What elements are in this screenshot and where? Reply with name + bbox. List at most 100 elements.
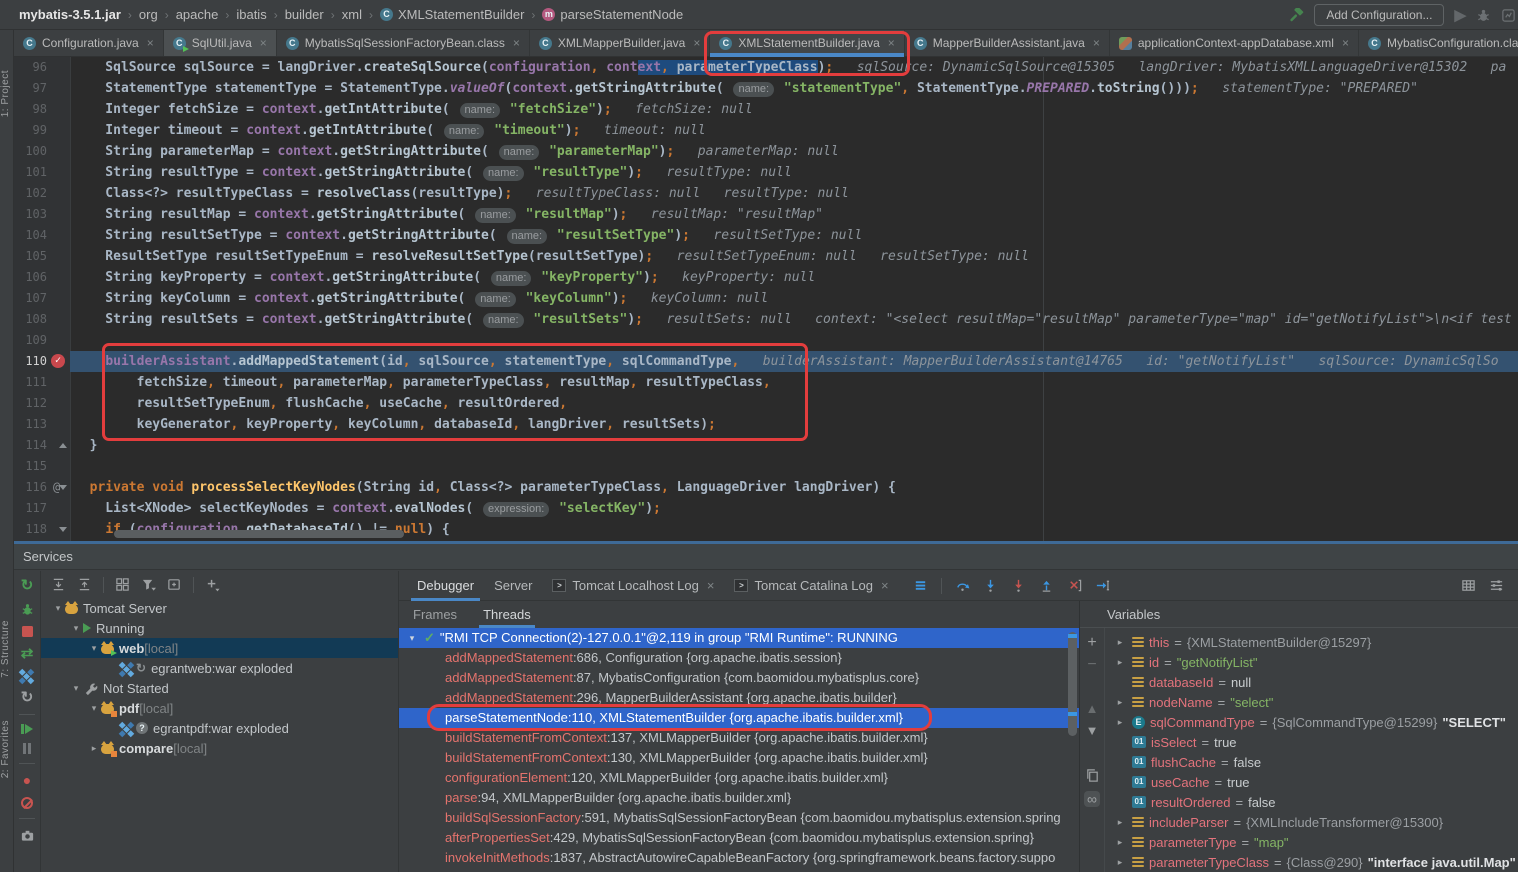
services-panel-title[interactable]: Services	[14, 544, 1518, 570]
stack-frame-afterPropertiesSet[interactable]: afterPropertiesSet:429, MybatisSqlSessio…	[399, 828, 1079, 848]
debug-rerun-icon[interactable]	[20, 602, 35, 617]
drop-frame-icon[interactable]	[1067, 578, 1082, 593]
step-out-icon[interactable]	[1039, 578, 1054, 593]
remove-watch-icon[interactable]: −	[1087, 658, 1096, 672]
code-line-117[interactable]: 117 List<XNode> selectKeyNodes = context…	[14, 498, 1518, 519]
stripe-project-label[interactable]: 1: Project	[0, 70, 14, 117]
table-icon[interactable]	[1461, 578, 1476, 593]
code-line-110[interactable]: 110✓ builderAssistant.addMappedStatement…	[14, 351, 1518, 372]
chevron-right-icon[interactable]: ▸	[1113, 697, 1127, 708]
fold-marker-icon[interactable]	[59, 443, 67, 448]
breadcrumb-item[interactable]: org	[136, 7, 161, 22]
filter-icon[interactable]	[141, 577, 156, 592]
sliders-icon[interactable]	[1489, 578, 1504, 593]
debugger-tab-Debugger[interactable]: Debugger	[407, 571, 484, 601]
refresh-icon[interactable]: ↻	[21, 690, 34, 705]
editor-tab-MapperBuilderAssistant.java[interactable]: CMapperBuilderAssistant.java×	[905, 30, 1110, 56]
code-line-100[interactable]: 100 String parameterMap = context.getStr…	[14, 141, 1518, 162]
expand-all-icon[interactable]	[51, 577, 66, 592]
stack-frame-addMappedStatement[interactable]: addMappedStatement:296, MapperBuilderAss…	[399, 688, 1079, 708]
mute-breakpoints-icon[interactable]	[21, 797, 33, 809]
update-resources-icon[interactable]	[19, 670, 35, 681]
move-down-icon[interactable]: ▼	[1086, 724, 1099, 738]
record-icon[interactable]: ●	[23, 773, 31, 788]
step-into-icon[interactable]	[983, 578, 998, 593]
stack-frame-addMappedStatement[interactable]: addMappedStatement:686, Configuration {o…	[399, 648, 1079, 668]
variable-row-sqlCommandType[interactable]: ▸EsqlCommandType={SqlCommandType@15299} …	[1105, 712, 1518, 732]
variable-row-parameterType[interactable]: ▸parameterType="map"	[1105, 832, 1518, 852]
variable-row-includeParser[interactable]: ▸includeParser={XMLIncludeTransformer@15…	[1105, 812, 1518, 832]
tab-close-icon[interactable]: ×	[881, 578, 889, 593]
chevron-right-icon[interactable]: ▸	[1113, 717, 1127, 728]
services-tree-item-Not Started[interactable]: ▾Not Started	[41, 678, 398, 698]
code-line-106[interactable]: 106 String keyProperty = context.getStri…	[14, 267, 1518, 288]
rerun-server-icon[interactable]: ↻	[21, 578, 34, 593]
services-tree-item-web[interactable]: ▾web [local]	[41, 638, 398, 658]
chevron-down-icon[interactable]: ▾	[69, 683, 83, 694]
chevron-down-icon[interactable]: ▾	[87, 643, 101, 654]
code-line-115[interactable]: 115	[14, 456, 1518, 477]
chevron-down-icon[interactable]: ▾	[405, 628, 419, 648]
services-tree-item-Running[interactable]: ▾Running	[41, 618, 398, 638]
editor-tab-MybatisConfiguration.class[interactable]: CMybatisConfiguration.class×	[1359, 30, 1518, 56]
frames-scrollbar[interactable]	[1068, 632, 1077, 736]
services-tree-item-egrantpdf:war exploded[interactable]: ?egrantpdf:war exploded	[41, 718, 398, 738]
chevron-right-icon[interactable]: ▸	[1113, 857, 1127, 868]
step-over-icon[interactable]	[955, 578, 970, 593]
deploy-icon[interactable]: ⇄	[21, 646, 34, 661]
stack-frame-addMappedStatement[interactable]: addMappedStatement:87, MybatisConfigurat…	[399, 668, 1079, 688]
chevron-down-icon[interactable]: ▾	[51, 603, 65, 614]
variable-row-useCache[interactable]: 01useCache=true	[1105, 772, 1518, 792]
code-line-96[interactable]: 96 SqlSource sqlSource = langDriver.crea…	[14, 57, 1518, 78]
add-watch-icon[interactable]: +	[1087, 636, 1096, 650]
stripe-favorites-label[interactable]: 2: Favorites	[0, 720, 14, 778]
stripe-structure-label[interactable]: 7: Structure	[0, 620, 14, 678]
code-line-111[interactable]: 111 fetchSize, timeout, parameterMap, pa…	[14, 372, 1518, 393]
variable-row-parameterTypeClass[interactable]: ▸parameterTypeClass={Class@290} "interfa…	[1105, 852, 1518, 872]
debugger-tab-Tomcat Localhost Log[interactable]: >Tomcat Localhost Log×	[542, 571, 724, 601]
pause-icon[interactable]	[23, 743, 32, 754]
panel-splitter[interactable]	[0, 541, 1518, 544]
editor-tab-MybatisSqlSessionFactoryBean.class[interactable]: CMybatisSqlSessionFactoryBean.class×	[277, 30, 530, 56]
code-line-99[interactable]: 99 Integer timeout = context.getIntAttri…	[14, 120, 1518, 141]
code-line-109[interactable]: 109	[14, 330, 1518, 351]
code-line-108[interactable]: 108 String resultSets = context.getStrin…	[14, 309, 1518, 330]
view-tab-Threads[interactable]: Threads	[483, 607, 531, 628]
variable-row-isSelect[interactable]: 01isSelect=true	[1105, 732, 1518, 752]
add-configuration-button[interactable]: Add Configuration...	[1314, 4, 1444, 26]
thread-dump-camera-icon[interactable]	[20, 828, 35, 843]
tab-close-icon[interactable]: ×	[147, 36, 154, 50]
code-editor[interactable]: 96 SqlSource sqlSource = langDriver.crea…	[14, 57, 1518, 541]
tab-close-icon[interactable]: ×	[1093, 36, 1100, 50]
breadcrumb-item[interactable]: builder	[282, 7, 327, 22]
breakpoint-verified-icon[interactable]: ✓	[51, 354, 65, 368]
editor-tab-XMLMapperBuilder.java[interactable]: CXMLMapperBuilder.java×	[530, 30, 710, 56]
chevron-right-icon[interactable]: ▸	[1113, 837, 1127, 848]
breadcrumb-item[interactable]: apache	[173, 7, 222, 22]
tab-close-icon[interactable]: ×	[707, 578, 715, 593]
thread-row[interactable]: ▾✓"RMI TCP Connection(2)-127.0.0.1"@2,11…	[399, 628, 1079, 648]
variable-row-flushCache[interactable]: 01flushCache=false	[1105, 752, 1518, 772]
stack-frame-parseStatementNode[interactable]: parseStatementNode:110, XMLStatementBuil…	[399, 708, 1079, 728]
code-line-113[interactable]: 113 keyGenerator, keyProperty, keyColumn…	[14, 414, 1518, 435]
stack-frame-buildStatementFromContext[interactable]: buildStatementFromContext:137, XMLMapper…	[399, 728, 1079, 748]
hamburger-icon[interactable]	[913, 578, 928, 593]
code-line-112[interactable]: 112 resultSetTypeEnum, flushCache, useCa…	[14, 393, 1518, 414]
code-line-102[interactable]: 102 Class<?> resultTypeClass = resolveCl…	[14, 183, 1518, 204]
services-tree-item-egrantweb:war exploded[interactable]: ↻egrantweb:war exploded	[41, 658, 398, 678]
code-line-116[interactable]: 116@ private void processSelectKeyNodes(…	[14, 477, 1518, 498]
code-line-97[interactable]: 97 StatementType statementType = Stateme…	[14, 78, 1518, 99]
stack-frame-buildStatementFromContext[interactable]: buildStatementFromContext:130, XMLMapper…	[399, 748, 1079, 768]
collapse-all-icon[interactable]	[77, 577, 92, 592]
code-line-114[interactable]: 114 }	[14, 435, 1518, 456]
breadcrumb-item[interactable]: CXMLStatementBuilder	[377, 7, 527, 22]
editor-tab-Configuration.java[interactable]: CConfiguration.java×	[14, 30, 164, 56]
code-line-104[interactable]: 104 String resultSetType = context.getSt…	[14, 225, 1518, 246]
editor-horizontal-scrollbar[interactable]	[114, 530, 404, 538]
run-disabled-icon[interactable]: ▶	[1454, 6, 1466, 22]
profiler-disabled-icon[interactable]	[1501, 6, 1516, 22]
variable-row-this[interactable]: ▸this={XMLStatementBuilder@15297}	[1105, 632, 1518, 652]
services-tree-item-Tomcat Server[interactable]: ▾Tomcat Server	[41, 598, 398, 618]
duplicate-icon[interactable]	[1085, 768, 1100, 783]
force-step-into-icon[interactable]	[1011, 578, 1026, 593]
